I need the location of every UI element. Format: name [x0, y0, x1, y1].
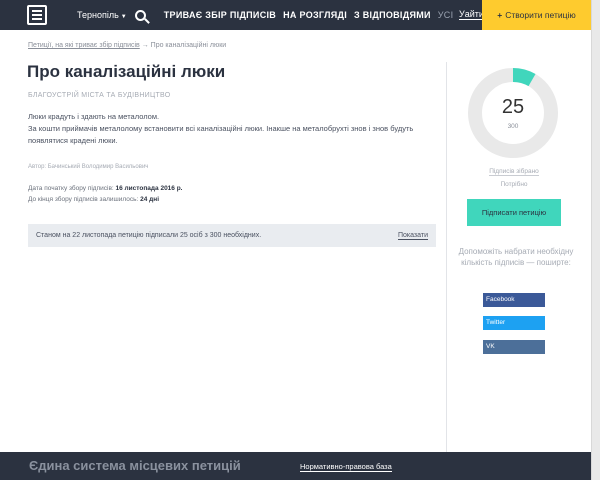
show-signers-link[interactable]: Показати	[397, 232, 428, 240]
nav-collecting[interactable]: ТРИВАЄ ЗБІР ПІДПИСІВ	[164, 10, 276, 20]
footer-title: Єдина система місцевих петицій	[29, 458, 241, 473]
remaining-value: 24 дні	[140, 196, 160, 203]
signed-label-text: Підписів зібрано	[489, 168, 539, 176]
needed-count: 300	[507, 123, 519, 130]
needed-label: Потрібно	[500, 181, 528, 188]
page-title: Про каналізаційні люки	[27, 62, 226, 81]
footer-legal-link[interactable]: Нормативно-правова база	[300, 462, 392, 472]
nav-answered[interactable]: З ВІДПОВІДЯМИ	[354, 10, 431, 20]
petition-description: Люки крадуть і здають на металолом. За к…	[28, 111, 428, 147]
description-line: За кошти приймачів металолому встановити…	[28, 124, 414, 145]
petition-author: Автор: Бачинський Володимир Васильович	[28, 164, 149, 170]
caret-down-icon: ▼	[120, 14, 127, 20]
create-petition-button[interactable]: + Створити петицію	[482, 0, 591, 30]
city-label: Тернопіль	[77, 10, 119, 20]
breadcrumb-link[interactable]: Петиції, на які триває збір підписів	[28, 42, 140, 49]
login-link[interactable]: Уайти	[459, 9, 484, 20]
start-date-label: Дата початку збору підписів:	[28, 185, 114, 192]
start-date-value: 16 листопада 2016 р.	[115, 185, 183, 192]
signed-count: 25	[501, 96, 525, 118]
nav-all[interactable]: УСІ	[438, 10, 454, 20]
signature-status-text: Станом на 22 листопада петицію підписали…	[36, 232, 262, 239]
start-date: Дата початку збору підписів: 16 листопад…	[28, 185, 183, 192]
description-line: Люки крадуть і здають на металолом.	[28, 112, 160, 121]
signed-label: Підписів зібрано	[446, 168, 582, 176]
search-icon[interactable]	[134, 9, 146, 21]
breadcrumb: Петиції, на які триває збір підписів → П…	[28, 42, 226, 49]
sign-petition-button[interactable]: Підписати петицію	[467, 199, 561, 226]
main-nav: ТРИВАЄ ЗБІР ПІДПИСІВ НА РОЗГЛЯДІ З ВІДПО…	[164, 10, 461, 20]
logo-icon[interactable]	[27, 5, 47, 25]
footer: Єдина система місцевих петицій Нормативн…	[0, 452, 591, 480]
nav-review[interactable]: НА РОЗГЛЯДІ	[283, 10, 347, 20]
share-twitter-button[interactable]: Twitter	[483, 316, 545, 330]
share-facebook-button[interactable]: Facebook	[483, 293, 545, 307]
city-selector[interactable]: Тернопіль ▼	[77, 10, 127, 20]
signature-status-box: Станом на 22 листопада петицію підписали…	[28, 224, 436, 247]
share-help-text: Допоможіть набрати необхідну кількість п…	[458, 247, 574, 267]
petition-category: БЛАГОУСТРІЙ МІСТА ТА БУДІВНИЦТВО	[28, 92, 171, 99]
share-vk-button[interactable]: VK	[483, 340, 545, 354]
breadcrumb-separator: →	[141, 42, 149, 49]
scrollbar[interactable]	[591, 0, 600, 480]
sidebar-divider	[446, 62, 447, 452]
breadcrumb-current: Про каналізаційні люки	[150, 42, 227, 49]
plus-icon: +	[497, 10, 503, 20]
remaining-time: До кінця збору підписів залишилось: 24 д…	[28, 196, 159, 203]
remaining-label: До кінця збору підписів залишилось:	[28, 196, 139, 203]
create-petition-label: Створити петицію	[505, 10, 576, 20]
